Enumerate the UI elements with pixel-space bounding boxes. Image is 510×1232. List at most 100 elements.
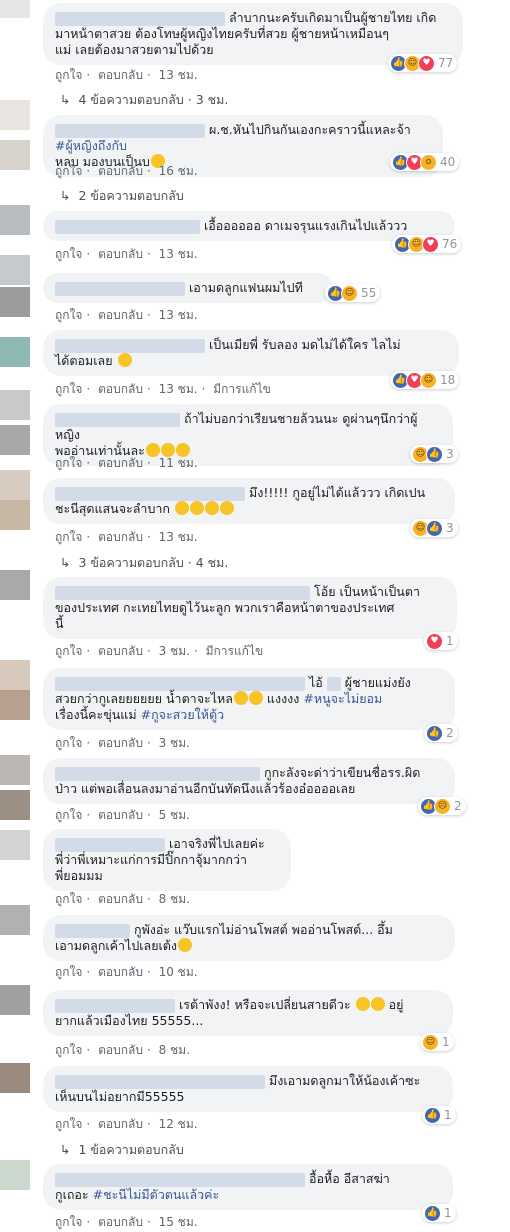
avatar[interactable] [0, 255, 30, 285]
reply-link[interactable]: ตอบกลับ [98, 736, 143, 750]
reply-link[interactable]: ตอบกลับ [98, 68, 143, 82]
avatar[interactable] [0, 985, 30, 1015]
avatar[interactable] [0, 287, 30, 317]
reply-link[interactable]: ตอบกลับ [98, 247, 143, 261]
commenter-name[interactable] [55, 281, 185, 296]
timestamp[interactable]: 13 ชม. [159, 308, 198, 322]
commenter-name[interactable] [55, 412, 180, 427]
like-link[interactable]: ถูกใจ [55, 1215, 82, 1229]
avatar[interactable] [0, 425, 30, 455]
reply-link[interactable]: ตอบกลับ [98, 456, 143, 470]
commenter-name[interactable] [55, 585, 310, 600]
timestamp[interactable]: 13 ชม. [159, 247, 198, 261]
like-link[interactable]: ถูกใจ [55, 892, 82, 906]
reply-link[interactable]: ตอบกลับ [98, 164, 143, 178]
commenter-name[interactable] [55, 486, 245, 501]
commenter-name[interactable] [55, 998, 175, 1013]
avatar[interactable] [0, 830, 30, 860]
reaction-summary[interactable]: 👍 2 [424, 724, 458, 742]
commenter-name[interactable] [55, 923, 130, 938]
timestamp[interactable]: 13 ชม. [159, 530, 198, 544]
commenter-name[interactable] [55, 766, 260, 781]
timestamp[interactable]: 10 ชม. [159, 965, 198, 979]
mentioned-name[interactable] [326, 676, 341, 691]
view-replies[interactable]: ↳ 2 ข้อความตอบกลับ [60, 186, 184, 206]
like-link[interactable]: ถูกใจ [55, 530, 82, 544]
avatar[interactable] [0, 500, 30, 530]
timestamp[interactable]: 8 ชม. [159, 1043, 190, 1057]
like-link[interactable]: ถูกใจ [55, 808, 82, 822]
like-link[interactable]: ถูกใจ [55, 68, 82, 82]
reaction-summary[interactable]: 👍 ☺ ♥ 77 [388, 54, 458, 72]
reaction-summary[interactable]: 👍 ♥ ☺ 18 [390, 371, 460, 389]
avatar[interactable] [0, 470, 30, 500]
like-link[interactable]: ถูกใจ [55, 1117, 82, 1131]
timestamp[interactable]: 13 ชม. [159, 382, 198, 396]
timestamp[interactable]: 11 ชม. [159, 456, 198, 470]
view-replies[interactable]: ↳ 3 ข้อความตอบกลับ · 4 ชม. [60, 553, 228, 573]
hashtag-link[interactable]: #หนูจะไม่ยอม [303, 691, 382, 706]
reaction-summary[interactable]: 👍 ☹ 2 [418, 797, 466, 815]
reply-link[interactable]: ตอบกลับ [98, 1215, 143, 1229]
reaction-summary[interactable]: ♥ 1 [424, 632, 458, 650]
timestamp[interactable]: 16 ชม. [159, 164, 198, 178]
avatar[interactable] [0, 390, 30, 420]
reply-link[interactable]: ตอบกลับ [98, 644, 143, 658]
timestamp[interactable]: 15 ชม. [159, 1215, 198, 1229]
reply-link[interactable]: ตอบกลับ [98, 965, 143, 979]
reaction-summary[interactable]: 👍 1 [422, 1106, 456, 1124]
timestamp[interactable]: 3 ชม. [159, 736, 190, 750]
reply-link[interactable]: ตอบกลับ [98, 308, 143, 322]
edited-link[interactable]: มีการแก้ไข [206, 644, 264, 658]
avatar[interactable] [0, 570, 30, 600]
avatar[interactable] [0, 205, 30, 235]
timestamp[interactable]: 13 ชม. [159, 68, 198, 82]
like-link[interactable]: ถูกใจ [55, 965, 82, 979]
hashtag-link[interactable]: #ผู้หญิงถึงกับ [55, 138, 127, 153]
hashtag-link[interactable]: #ชะนีไม่มีตัวตนแล้วค่ะ [93, 1187, 220, 1202]
like-link[interactable]: ถูกใจ [55, 736, 82, 750]
avatar[interactable] [0, 690, 30, 720]
commenter-name[interactable] [55, 676, 305, 691]
like-link[interactable]: ถูกใจ [55, 1043, 82, 1057]
like-link[interactable]: ถูกใจ [55, 456, 82, 470]
like-link[interactable]: ถูกใจ [55, 644, 82, 658]
reply-link[interactable]: ตอบกลับ [98, 892, 143, 906]
commenter-name[interactable] [55, 219, 200, 234]
commenter-name[interactable] [55, 123, 205, 138]
reaction-summary[interactable]: 👍 ☺ 55 [325, 284, 381, 302]
view-replies[interactable]: ↳ 1 ข้อความตอบกลับ [60, 1140, 184, 1160]
avatar[interactable] [0, 660, 30, 690]
avatar[interactable] [0, 1160, 30, 1190]
commenter-name[interactable] [55, 11, 225, 26]
like-link[interactable]: ถูกใจ [55, 247, 82, 261]
like-link[interactable]: ถูกใจ [55, 382, 82, 396]
timestamp[interactable]: 12 ชม. [159, 1117, 198, 1131]
avatar[interactable] [0, 790, 30, 820]
reply-link[interactable]: ตอบกลับ [98, 530, 143, 544]
like-link[interactable]: ถูกใจ [55, 308, 82, 322]
reaction-summary[interactable]: ☺ 👍 3 [410, 445, 458, 463]
avatar[interactable] [0, 755, 30, 785]
reaction-summary[interactable]: ☺ 1 [420, 1033, 454, 1051]
avatar[interactable] [0, 0, 30, 18]
reply-link[interactable]: ตอบกลับ [98, 808, 143, 822]
like-link[interactable]: ถูกใจ [55, 164, 82, 178]
avatar[interactable] [0, 140, 30, 170]
reply-link[interactable]: ตอบกลับ [98, 382, 143, 396]
commenter-name[interactable] [55, 1074, 265, 1089]
commenter-name[interactable] [55, 338, 205, 353]
avatar[interactable] [0, 905, 30, 935]
reply-link[interactable]: ตอบกลับ [98, 1117, 143, 1131]
avatar[interactable] [0, 337, 30, 367]
reply-link[interactable]: ตอบกลับ [98, 1043, 143, 1057]
hashtag-link[interactable]: #กูจะสวยให้ตู้ว [141, 707, 225, 722]
view-replies[interactable]: ↳ 4 ข้อความตอบกลับ · 3 ชม. [60, 90, 228, 110]
timestamp[interactable]: 8 ชม. [159, 892, 190, 906]
commenter-name[interactable] [55, 837, 165, 852]
commenter-name[interactable] [55, 1172, 305, 1187]
timestamp[interactable]: 3 ชม. [159, 644, 190, 658]
reaction-summary[interactable]: ☺ 👍 3 [410, 519, 458, 537]
reaction-summary[interactable]: 👍 1 [422, 1204, 456, 1222]
avatar[interactable] [0, 100, 30, 130]
